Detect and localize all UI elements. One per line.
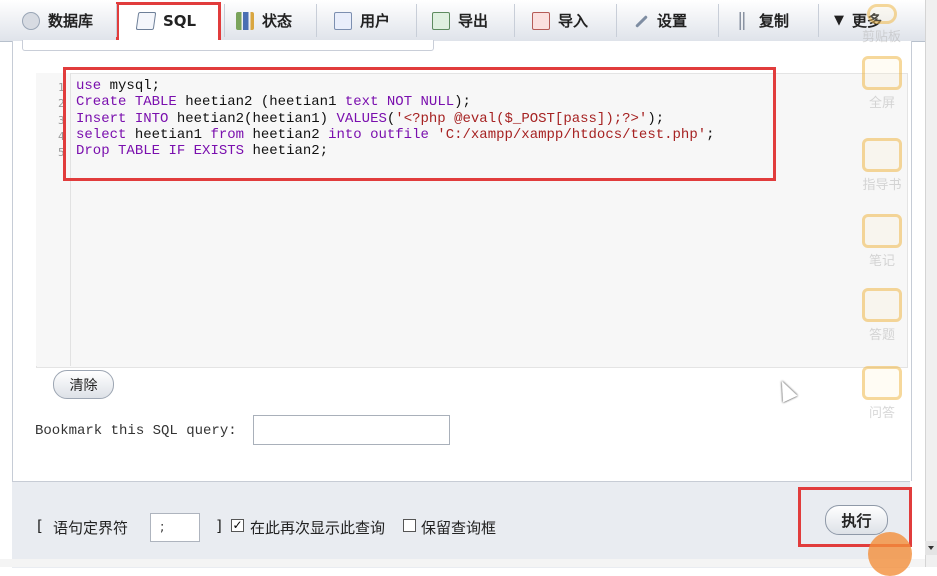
database-icon [22,11,40,30]
retain-query-box-checkbox[interactable] [403,519,416,532]
overlay-notes-label: 笔记 [868,254,895,269]
overlay-guide[interactable]: 指导书 [862,138,902,193]
overlay-qa-label: 问答 [868,406,895,421]
tab-divider [616,4,617,37]
tab-divider [416,4,417,37]
tab-divider [116,4,117,37]
overlay-answer-label: 答题 [868,328,895,343]
replication-icon [733,11,751,30]
retain-query-box-label: 保留查询框 [421,519,497,537]
tab-users[interactable]: 用户 [334,0,390,41]
pencil-icon [862,214,902,248]
execute-button[interactable]: 执行 [825,505,888,535]
tab-divider [818,4,819,37]
tab-divider [514,4,515,37]
panel-header-edge [22,40,434,51]
tab-database-label: 数据库 [48,12,94,30]
tab-settings[interactable]: 设置 [631,0,687,41]
overlay-clipboard[interactable]: 剪贴板 [862,4,901,45]
answer-icon [862,288,902,322]
overlay-guide-label: 指导书 [862,178,902,193]
tab-replication-label: 复制 [759,12,790,30]
show-query-again-label: 在此再次显示此查询 [250,519,386,537]
qa-icon [862,366,902,400]
tab-users-label: 用户 [360,12,391,30]
overlay-qa[interactable]: 问答 [862,366,902,421]
import-icon [532,11,550,30]
bookmark-label: Bookmark this SQL query: [35,423,237,439]
overlay-fullscreen[interactable]: 全屏 [862,56,902,111]
delimiter-label: 语句定界符 [53,519,129,537]
code-highlight-box [63,67,776,181]
tab-sql-label: SQL [163,11,197,30]
status-chart-icon [236,11,254,30]
tab-database[interactable]: 数据库 [22,0,93,41]
clear-button[interactable]: 清除 [53,370,114,399]
delimiter-input[interactable]: ; [150,513,200,542]
tab-divider [718,4,719,37]
clipboard-icon [866,4,897,24]
tab-export-label: 导出 [458,12,489,30]
overlay-notes[interactable]: 笔记 [862,214,902,269]
tab-divider [224,4,225,37]
guide-book-icon [862,138,902,172]
tab-status-label: 状态 [262,12,293,30]
show-query-again-checkbox[interactable]: ✓ [231,519,244,532]
sql-doc-icon [135,11,157,30]
tab-status[interactable]: 状态 [236,0,292,41]
tab-replication[interactable]: 复制 [733,0,789,41]
tool-bubble-icon[interactable] [868,532,912,576]
tab-sql[interactable]: SQL [135,0,197,41]
tab-divider [316,4,317,37]
bottom-edge [0,559,925,567]
tab-export[interactable]: 导出 [432,0,488,41]
tab-settings-label: 设置 [657,12,688,30]
scroll-down-arrow-icon[interactable] [925,541,937,555]
overlay-clipboard-label: 剪贴板 [862,30,902,45]
bracket-open: [ [37,517,43,535]
overlay-fullscreen-label: 全屏 [868,96,895,111]
overlay-answer[interactable]: 答题 [862,288,902,343]
tab-import-label: 导入 [558,12,589,30]
export-icon [432,11,450,30]
bookmark-input[interactable] [253,415,450,445]
bracket-close: ] [216,517,222,535]
users-icon [334,11,352,30]
fullscreen-icon [862,56,902,90]
vertical-scrollbar[interactable] [925,0,937,567]
caret-down-icon: ▼ [834,13,844,28]
tab-import[interactable]: 导入 [532,0,588,41]
wrench-icon [631,12,649,30]
